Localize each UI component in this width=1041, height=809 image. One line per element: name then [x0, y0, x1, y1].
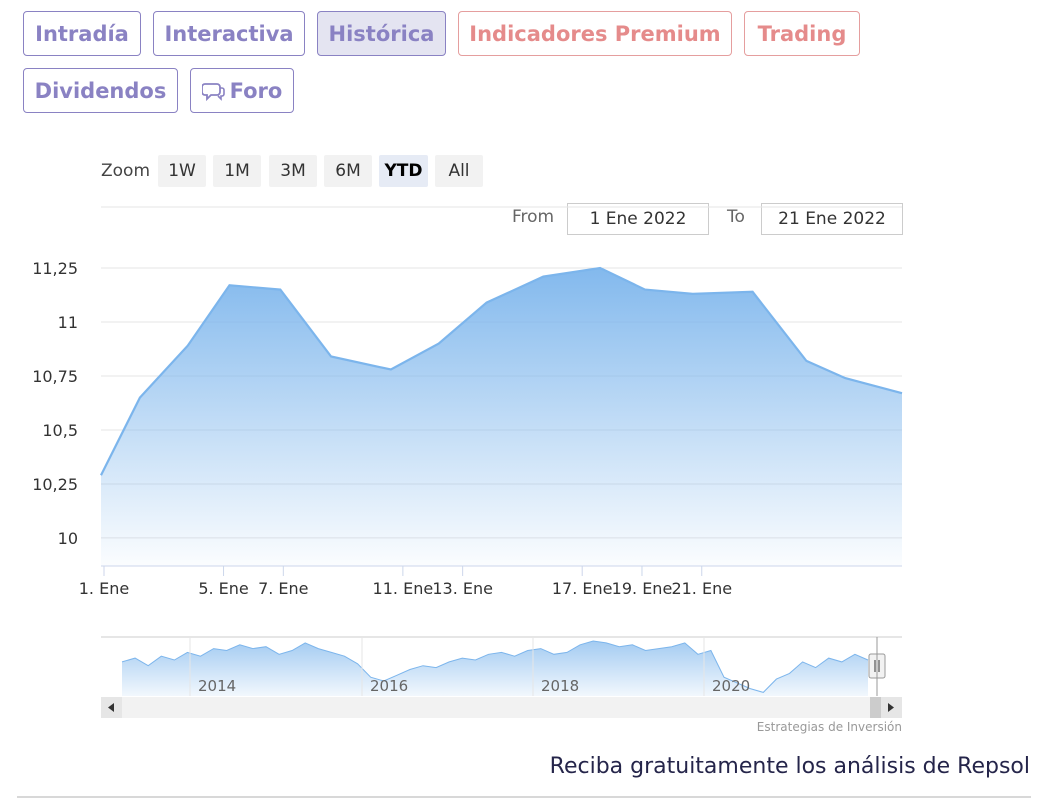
- chart-credits[interactable]: Estrategias de Inversión: [757, 720, 902, 734]
- x-tick-label: 5. Ene: [198, 579, 248, 598]
- promo-text[interactable]: Reciba gratuitamente los análisis de Rep…: [550, 754, 1030, 779]
- divider: [17, 796, 1031, 798]
- y-tick-label: 10,25: [32, 475, 78, 494]
- x-tick-label: 13. Ene: [432, 579, 493, 598]
- y-tick-label: 11: [58, 313, 78, 332]
- area-fill: [101, 268, 902, 566]
- navigator-year-label: 2018: [541, 677, 579, 695]
- x-tick-label: 11. Ene: [373, 579, 434, 598]
- navigator-year-label: 2014: [198, 677, 236, 695]
- x-tick-label: 19. Ene: [612, 579, 673, 598]
- navigator-year-label: 2020: [712, 677, 750, 695]
- x-tick-label: 1. Ene: [79, 579, 129, 598]
- scrollbar-track[interactable]: [101, 697, 902, 718]
- y-tick-label: 10,5: [42, 421, 78, 440]
- x-tick-label: 7. Ene: [258, 579, 308, 598]
- navigator-year-label: 2016: [370, 677, 408, 695]
- x-tick-label: 21. Ene: [671, 579, 732, 598]
- scrollbar-thumb[interactable]: [870, 697, 882, 718]
- area-layer: [100, 266, 903, 566]
- price-chart: 10 10,25 10,5 10,75 11 11,25 1. Ene 5. Ene 7. En…: [32, 206, 903, 718]
- y-tick-label: 11,25: [32, 259, 78, 278]
- y-tick-label: 10: [58, 529, 78, 548]
- y-tick-label: 10,75: [32, 367, 78, 386]
- navigator: 2014 2016 2018 2020: [101, 636, 902, 718]
- x-tick-label: 17. Ene: [552, 579, 613, 598]
